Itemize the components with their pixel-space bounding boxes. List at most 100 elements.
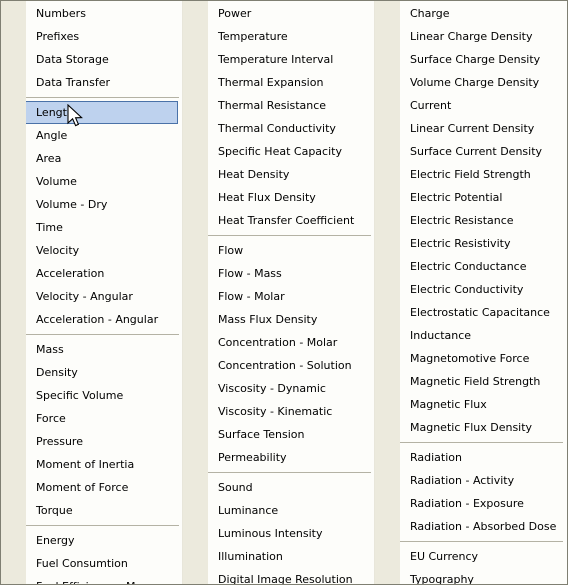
menu-item-concentration-molar[interactable]: Concentration - Molar — [208, 331, 374, 354]
menu-item-linear-charge-density[interactable]: Linear Charge Density — [400, 25, 566, 48]
menu-item-label: Charge — [410, 7, 450, 20]
menu-item-magnetic-field-strength[interactable]: Magnetic Field Strength — [400, 370, 566, 393]
menu-item-volume-charge-density[interactable]: Volume Charge Density — [400, 71, 566, 94]
menu-item-label: Density — [36, 366, 78, 379]
menu-item-charge[interactable]: Charge — [400, 2, 566, 25]
menu-item-label: Flow — [218, 244, 244, 257]
menu-item-angle[interactable]: Angle — [26, 124, 182, 147]
menu-item-label: Flow - Mass — [218, 267, 282, 280]
menu-item-electric-potential[interactable]: Electric Potential — [400, 186, 566, 209]
menu-item-flow-mass[interactable]: Flow - Mass — [208, 262, 374, 285]
menu-item-surface-current-density[interactable]: Surface Current Density — [400, 140, 566, 163]
menu-item-flow-molar[interactable]: Flow - Molar — [208, 285, 374, 308]
menu-item-acceleration-angular[interactable]: Acceleration - Angular — [26, 308, 182, 331]
menu-item-fuel-efficiency-mass[interactable]: Fuel Efficiency - Mass — [26, 575, 182, 584]
menu-item-moment-of-inertia[interactable]: Moment of Inertia — [26, 453, 182, 476]
menu-item-concentration-solution[interactable]: Concentration - Solution — [208, 354, 374, 377]
menu-item-sound[interactable]: Sound — [208, 476, 374, 499]
menu-item-mass-flux-density[interactable]: Mass Flux Density — [208, 308, 374, 331]
menu-item-torque[interactable]: Torque — [26, 499, 182, 522]
menu-item-power[interactable]: Power — [208, 2, 374, 25]
menu-item-label: Fuel Efficiency - Mass — [36, 580, 154, 584]
menu-item-heat-density[interactable]: Heat Density — [208, 163, 374, 186]
menu-item-moment-of-force[interactable]: Moment of Force — [26, 476, 182, 499]
menu-item-magnetic-flux[interactable]: Magnetic Flux — [400, 393, 566, 416]
menu-item-radiation-activity[interactable]: Radiation - Activity — [400, 469, 566, 492]
menu-item-radiation-absorbed-dose[interactable]: Radiation - Absorbed Dose — [400, 515, 566, 538]
menu-item-area[interactable]: Area — [26, 147, 182, 170]
menu-item-luminance[interactable]: Luminance — [208, 499, 374, 522]
menu-separator — [400, 538, 566, 545]
menu-item-pressure[interactable]: Pressure — [26, 430, 182, 453]
menu-item-volume-dry[interactable]: Volume - Dry — [26, 193, 182, 216]
menu-item-label: Electric Conductance — [410, 260, 527, 273]
menu-item-numbers[interactable]: Numbers — [26, 2, 182, 25]
menu-item-current[interactable]: Current — [400, 94, 566, 117]
menu-item-permeability[interactable]: Permeability — [208, 446, 374, 469]
menu-item-data-transfer[interactable]: Data Transfer — [26, 71, 182, 94]
menu-item-radiation[interactable]: Radiation — [400, 446, 566, 469]
menu-item-label: Heat Flux Density — [218, 191, 316, 204]
menu-item-heat-transfer-coefficient[interactable]: Heat Transfer Coefficient — [208, 209, 374, 232]
menu-item-radiation-exposure[interactable]: Radiation - Exposure — [400, 492, 566, 515]
menu-item-time[interactable]: Time — [26, 216, 182, 239]
menu-item-label: Linear Charge Density — [410, 30, 533, 43]
menu-item-thermal-expansion[interactable]: Thermal Expansion — [208, 71, 374, 94]
menu-item-mass[interactable]: Mass — [26, 338, 182, 361]
menu-item-heat-flux-density[interactable]: Heat Flux Density — [208, 186, 374, 209]
menu-item-electric-field-strength[interactable]: Electric Field Strength — [400, 163, 566, 186]
menu-item-specific-volume[interactable]: Specific Volume — [26, 384, 182, 407]
menu-item-magnetic-flux-density[interactable]: Magnetic Flux Density — [400, 416, 566, 439]
menu-item-typography[interactable]: Typography — [400, 568, 566, 584]
menu-item-label: Typography — [410, 573, 474, 584]
menu-item-length[interactable]: Length — [26, 101, 178, 124]
menu-item-electric-conductivity[interactable]: Electric Conductivity — [400, 278, 566, 301]
menu-item-linear-current-density[interactable]: Linear Current Density — [400, 117, 566, 140]
menu-item-thermal-resistance[interactable]: Thermal Resistance — [208, 94, 374, 117]
column-1: Numbers Prefixes Data Storage Data Transfer… — [1, 1, 182, 584]
menu-item-prefixes[interactable]: Prefixes — [26, 25, 182, 48]
menu-item-electric-resistance[interactable]: Electric Resistance — [400, 209, 566, 232]
menu-item-temperature[interactable]: Temperature — [208, 25, 374, 48]
menu-item-thermal-conductivity[interactable]: Thermal Conductivity — [208, 117, 374, 140]
menu-item-density[interactable]: Density — [26, 361, 182, 384]
menu-item-temperature-interval[interactable]: Temperature Interval — [208, 48, 374, 71]
column-3-icon-gutter — [375, 1, 400, 584]
menu-item-luminous-intensity[interactable]: Luminous Intensity — [208, 522, 374, 545]
menu-item-energy[interactable]: Energy — [26, 529, 182, 552]
menu-item-surface-tension[interactable]: Surface Tension — [208, 423, 374, 446]
menu-item-electrostatic-capacitance[interactable]: Electrostatic Capacitance — [400, 301, 566, 324]
menu-item-label: Data Transfer — [36, 76, 110, 89]
menu-item-force[interactable]: Force — [26, 407, 182, 430]
column-3: Charge Linear Charge Density Surface Charg… — [374, 1, 566, 584]
menu-item-viscosity-kinematic[interactable]: Viscosity - Kinematic — [208, 400, 374, 423]
menu-item-label: Digital Image Resolution — [218, 573, 353, 584]
column-2: Power Temperature Temperature Interval Ther… — [182, 1, 374, 584]
menu-item-fuel-consumtion[interactable]: Fuel Consumtion — [26, 552, 182, 575]
menu-item-velocity[interactable]: Velocity — [26, 239, 182, 262]
menu-item-surface-charge-density[interactable]: Surface Charge Density — [400, 48, 566, 71]
menu-item-eu-currency[interactable]: EU Currency — [400, 545, 566, 568]
menu-item-electric-resistivity[interactable]: Electric Resistivity — [400, 232, 566, 255]
menu-item-viscosity-dynamic[interactable]: Viscosity - Dynamic — [208, 377, 374, 400]
menu-item-illumination[interactable]: Illumination — [208, 545, 374, 568]
menu-item-inductance[interactable]: Inductance — [400, 324, 566, 347]
column-1-items: Numbers Prefixes Data Storage Data Transfer… — [26, 1, 182, 584]
menu-item-acceleration[interactable]: Acceleration — [26, 262, 182, 285]
menu-item-label: Heat Transfer Coefficient — [218, 214, 355, 227]
category-menu-panel: Numbers Prefixes Data Storage Data Transfer… — [0, 0, 568, 585]
menu-item-label: Moment of Force — [36, 481, 129, 494]
menu-item-magnetomotive-force[interactable]: Magnetomotive Force — [400, 347, 566, 370]
menu-item-label: Area — [36, 152, 62, 165]
menu-item-label: Radiation - Exposure — [410, 497, 524, 510]
menu-item-specific-heat-capacity[interactable]: Specific Heat Capacity — [208, 140, 374, 163]
menu-item-velocity-angular[interactable]: Velocity - Angular — [26, 285, 182, 308]
column-2-items: Power Temperature Temperature Interval Ther… — [208, 1, 374, 584]
menu-item-flow[interactable]: Flow — [208, 239, 374, 262]
menu-item-electric-conductance[interactable]: Electric Conductance — [400, 255, 566, 278]
menu-item-label: Electrostatic Capacitance — [410, 306, 550, 319]
menu-item-volume[interactable]: Volume — [26, 170, 182, 193]
menu-item-digital-image-resolution[interactable]: Digital Image Resolution — [208, 568, 374, 584]
menu-item-data-storage[interactable]: Data Storage — [26, 48, 182, 71]
menu-item-label: Luminance — [218, 504, 279, 517]
